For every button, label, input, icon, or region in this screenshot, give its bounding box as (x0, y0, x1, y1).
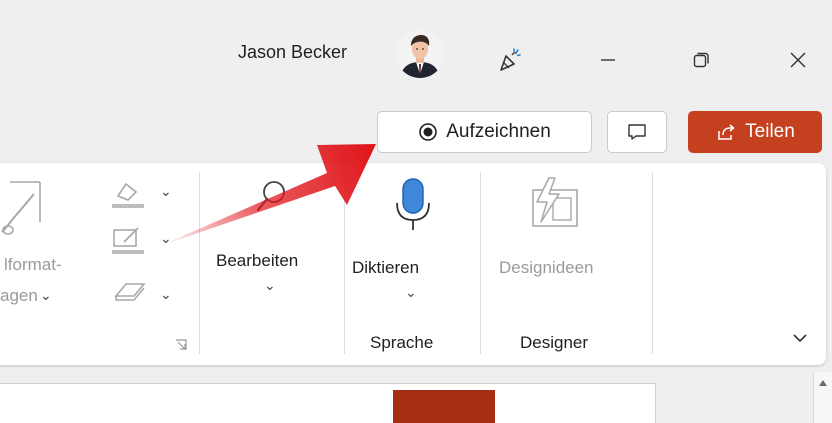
annotation-arrow-icon (160, 144, 376, 246)
